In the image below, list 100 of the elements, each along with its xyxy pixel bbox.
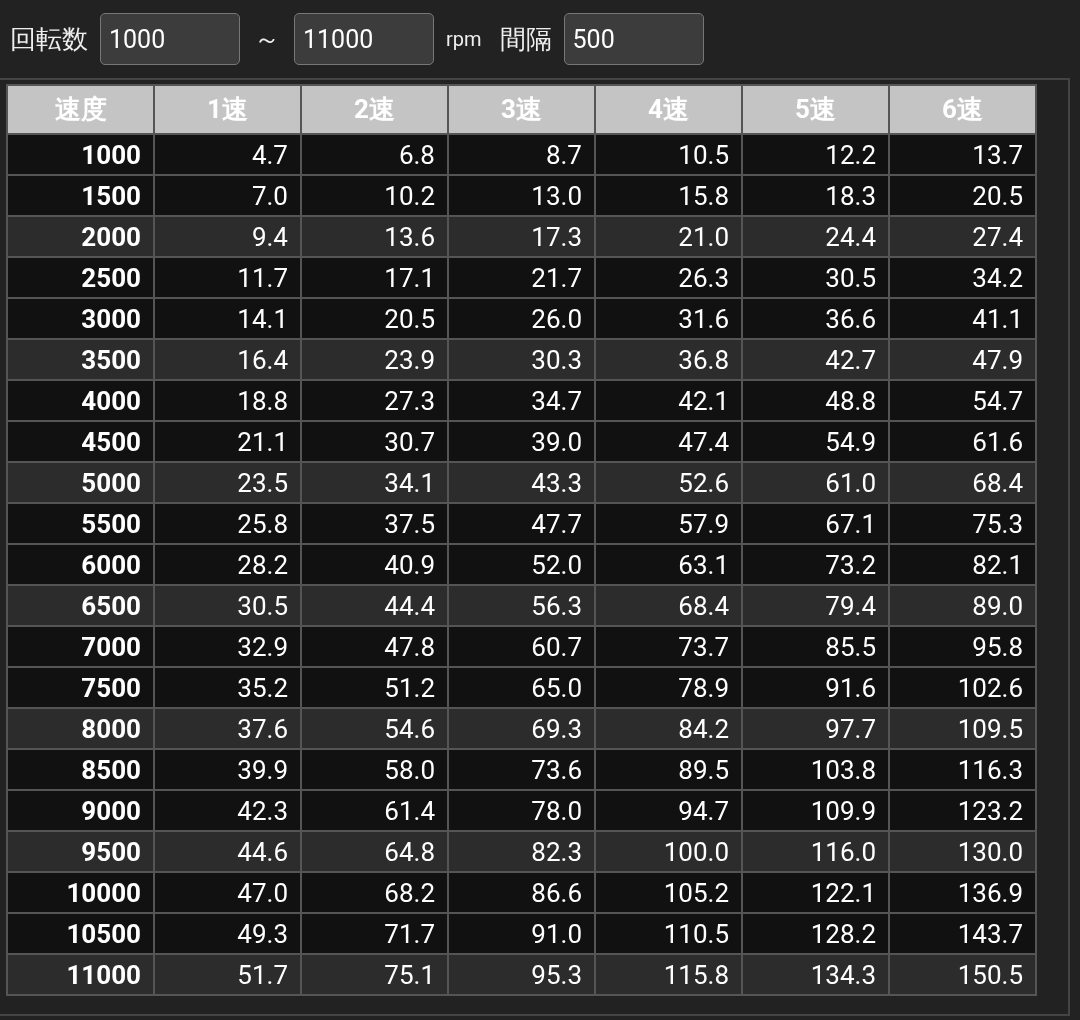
speed-cell: 18.3 xyxy=(742,175,889,216)
speed-cell: 36.8 xyxy=(595,339,742,380)
speed-cell: 15.8 xyxy=(595,175,742,216)
speed-cell: 9.4 xyxy=(154,216,301,257)
speed-cell: 150.5 xyxy=(889,954,1036,995)
speed-cell: 8.7 xyxy=(448,134,595,175)
rpm-to-field[interactable]: 11000 xyxy=(294,13,434,65)
speed-cell: 109.5 xyxy=(889,708,1036,749)
speed-cell: 37.6 xyxy=(154,708,301,749)
speed-cell: 82.1 xyxy=(889,544,1036,585)
speed-cell: 39.9 xyxy=(154,749,301,790)
speed-cell: 7.0 xyxy=(154,175,301,216)
speed-cell: 20.5 xyxy=(889,175,1036,216)
rpm-cell: 8500 xyxy=(7,749,154,790)
speed-cell: 28.2 xyxy=(154,544,301,585)
speed-cell: 103.8 xyxy=(742,749,889,790)
speed-cell: 47.4 xyxy=(595,421,742,462)
speed-cell: 57.9 xyxy=(595,503,742,544)
speed-cell: 30.5 xyxy=(154,585,301,626)
speed-cell: 54.9 xyxy=(742,421,889,462)
speed-cell: 94.7 xyxy=(595,790,742,831)
step-label: 間隔 xyxy=(499,22,552,56)
rpm-from-field[interactable]: 1000 xyxy=(100,13,240,65)
speed-cell: 26.3 xyxy=(595,257,742,298)
rpm-cell: 6500 xyxy=(7,585,154,626)
speed-cell: 79.4 xyxy=(742,585,889,626)
rpm-cell: 9000 xyxy=(7,790,154,831)
rpm-cell: 9500 xyxy=(7,831,154,872)
speed-cell: 34.1 xyxy=(301,462,448,503)
rpm-cell: 7500 xyxy=(7,667,154,708)
speed-cell: 27.4 xyxy=(889,216,1036,257)
rpm-cell: 11000 xyxy=(7,954,154,995)
speed-cell: 49.3 xyxy=(154,913,301,954)
speed-cell: 61.0 xyxy=(742,462,889,503)
speed-cell: 63.1 xyxy=(595,544,742,585)
speed-cell: 23.5 xyxy=(154,462,301,503)
speed-cell: 73.6 xyxy=(448,749,595,790)
speed-cell: 68.2 xyxy=(301,872,448,913)
rpm-cell: 2500 xyxy=(7,257,154,298)
speed-cell: 23.9 xyxy=(301,339,448,380)
speed-cell: 10.5 xyxy=(595,134,742,175)
rpm-label: 回転数 xyxy=(10,22,88,56)
column-header: 5速 xyxy=(742,85,889,134)
speed-cell: 95.3 xyxy=(448,954,595,995)
speed-cell: 116.0 xyxy=(742,831,889,872)
speed-cell: 128.2 xyxy=(742,913,889,954)
speed-cell: 21.0 xyxy=(595,216,742,257)
speed-cell: 52.0 xyxy=(448,544,595,585)
speed-cell: 84.2 xyxy=(595,708,742,749)
speed-cell: 47.7 xyxy=(448,503,595,544)
speed-cell: 116.3 xyxy=(889,749,1036,790)
speed-cell: 26.0 xyxy=(448,298,595,339)
speed-cell: 78.9 xyxy=(595,667,742,708)
speed-cell: 136.9 xyxy=(889,872,1036,913)
speed-cell: 25.8 xyxy=(154,503,301,544)
speed-cell: 12.2 xyxy=(742,134,889,175)
step-field[interactable]: 500 xyxy=(563,13,704,65)
speed-cell: 110.5 xyxy=(595,913,742,954)
speed-cell: 89.0 xyxy=(889,585,1036,626)
speed-cell: 4.7 xyxy=(154,134,301,175)
speed-cell: 47.0 xyxy=(154,872,301,913)
speed-cell: 100.0 xyxy=(595,831,742,872)
speed-cell: 109.9 xyxy=(742,790,889,831)
speed-cell: 24.4 xyxy=(742,216,889,257)
rpm-cell: 10000 xyxy=(7,872,154,913)
speed-cell: 47.9 xyxy=(889,339,1036,380)
speed-cell: 75.3 xyxy=(889,503,1036,544)
speed-cell: 65.0 xyxy=(448,667,595,708)
speed-cell: 51.7 xyxy=(154,954,301,995)
rpm-cell: 2000 xyxy=(7,216,154,257)
speed-cell: 69.3 xyxy=(448,708,595,749)
column-header: 2速 xyxy=(301,85,448,134)
rpm-cell: 5500 xyxy=(7,503,154,544)
column-header: 3速 xyxy=(448,85,595,134)
rpm-cell: 7000 xyxy=(7,626,154,667)
speed-cell: 52.6 xyxy=(595,462,742,503)
rpm-cell: 4000 xyxy=(7,380,154,421)
speed-cell: 64.8 xyxy=(301,831,448,872)
speed-cell: 13.0 xyxy=(448,175,595,216)
speed-cell: 75.1 xyxy=(301,954,448,995)
speed-cell: 6.8 xyxy=(301,134,448,175)
speed-cell: 36.6 xyxy=(742,298,889,339)
speed-cell: 13.7 xyxy=(889,134,1036,175)
speed-cell: 58.0 xyxy=(301,749,448,790)
speed-cell: 105.2 xyxy=(595,872,742,913)
rpm-cell: 1500 xyxy=(7,175,154,216)
speed-cell: 86.6 xyxy=(448,872,595,913)
speed-cell: 44.4 xyxy=(301,585,448,626)
speed-cell: 123.2 xyxy=(889,790,1036,831)
speed-cell: 37.5 xyxy=(301,503,448,544)
speed-cell: 21.7 xyxy=(448,257,595,298)
column-header: 6速 xyxy=(889,85,1036,134)
speed-cell: 32.9 xyxy=(154,626,301,667)
speed-cell: 60.7 xyxy=(448,626,595,667)
speed-cell: 30.7 xyxy=(301,421,448,462)
rpm-cell: 3000 xyxy=(7,298,154,339)
speed-cell: 54.7 xyxy=(889,380,1036,421)
speed-cell: 95.8 xyxy=(889,626,1036,667)
speed-cell: 97.7 xyxy=(742,708,889,749)
speed-cell: 91.6 xyxy=(742,667,889,708)
